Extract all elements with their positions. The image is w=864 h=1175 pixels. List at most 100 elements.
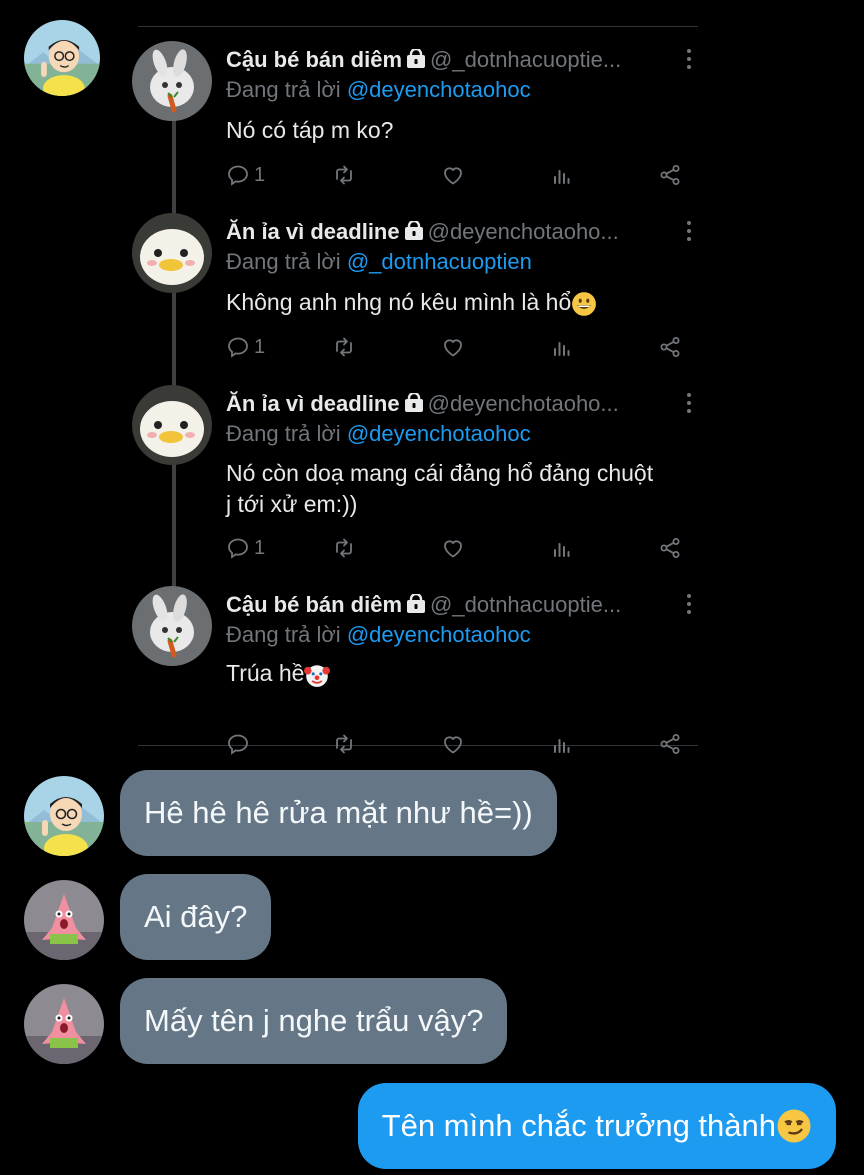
replying-to: Đang trả lời @deyenchotaohoc [226, 421, 531, 446]
patrick-avatar-image [24, 984, 104, 1064]
reply-button[interactable] [226, 729, 254, 759]
reply-button[interactable]: 1 [226, 332, 265, 362]
lock-icon [406, 49, 426, 69]
like-button[interactable] [441, 160, 465, 190]
tweet-actions [226, 729, 686, 759]
author-name[interactable]: Ăn ỉa vì deadline [226, 391, 400, 416]
author-handle: @deyenchotaoho... [427, 219, 619, 244]
nobita-avatar-image [24, 776, 104, 856]
share-icon [658, 732, 682, 756]
tweet[interactable]: Ăn ỉa vì deadline @deyenchotaoho... Đang … [138, 371, 698, 571]
retweet-icon [332, 163, 356, 187]
patrick-avatar[interactable] [24, 880, 104, 960]
like-button[interactable] [441, 332, 465, 362]
views-icon [550, 163, 574, 187]
tweet[interactable]: Cậu bé bán diêm @_dotnhacuoptie... Đang t… [138, 572, 698, 744]
retweet-button[interactable] [332, 332, 356, 362]
share-button[interactable] [658, 332, 682, 362]
reply-count: 1 [254, 536, 266, 559]
share-icon [658, 536, 682, 560]
patrick-avatar-image [24, 880, 104, 960]
retweet-icon [332, 732, 356, 756]
retweet-button[interactable] [332, 729, 356, 759]
views-icon [550, 732, 574, 756]
rabbit-avatar[interactable] [132, 41, 212, 121]
reply-button[interactable]: 1 [226, 160, 265, 190]
like-button[interactable] [441, 533, 465, 563]
more-options-icon[interactable] [686, 594, 692, 616]
tweet-header: Ăn ỉa vì deadline @deyenchotaoho... [226, 219, 666, 245]
nobita-avatar-image [24, 20, 100, 96]
nobita-avatar[interactable] [24, 20, 100, 96]
views-button[interactable] [550, 332, 574, 362]
lock-icon [404, 393, 424, 413]
share-button[interactable] [658, 533, 682, 563]
rabbit-avatar[interactable] [132, 586, 212, 666]
tweet-text: Nó có táp m ko? [226, 117, 394, 143]
nobita-avatar[interactable] [24, 776, 104, 856]
tweet-text: Không anh nhg nó kêu mình là hổ [226, 287, 696, 318]
more-options-icon[interactable] [686, 393, 692, 415]
heart-icon [441, 335, 465, 359]
tweet-thread-card[interactable]: Cậu bé bán diêm @_dotnhacuoptie... Đang t… [138, 26, 698, 746]
reply-icon [226, 732, 250, 756]
replying-to: Đang trả lời @deyenchotaohoc [226, 622, 531, 647]
retweet-button[interactable] [332, 160, 356, 190]
patrick-avatar[interactable] [24, 984, 104, 1064]
message-text: Hê hê hê rửa mặt như hề=)) [144, 795, 533, 830]
tweet-actions: 1 [226, 160, 686, 190]
reply-icon [226, 163, 250, 187]
tweet-header: Cậu bé bán diêm @_dotnhacuoptie... [226, 47, 666, 73]
heart-icon [441, 163, 465, 187]
views-button[interactable] [550, 533, 574, 563]
replying-to: Đang trả lời @deyenchotaohoc [226, 77, 531, 102]
message-bubble[interactable]: Mấy tên j nghe trẩu vậy? [120, 978, 508, 1064]
mention-link[interactable]: @deyenchotaohoc [347, 421, 531, 446]
reply-button[interactable]: 1 [226, 533, 265, 563]
lock-icon [406, 594, 426, 614]
reply-icon [226, 335, 250, 359]
author-handle: @_dotnhacuoptie... [430, 592, 622, 617]
lock-icon [404, 221, 424, 241]
reply-count: 1 [254, 335, 266, 358]
retweet-icon [332, 335, 356, 359]
retweet-button[interactable] [332, 533, 356, 563]
views-button[interactable] [550, 729, 574, 759]
share-icon [658, 335, 682, 359]
mention-link[interactable]: @deyenchotaohoc [347, 622, 531, 647]
views-icon [550, 335, 574, 359]
more-options-icon[interactable] [686, 49, 692, 71]
share-button[interactable] [658, 729, 682, 759]
clown-face-emoji [304, 662, 330, 688]
tweet-text: Trúa hề [226, 658, 696, 689]
tweet-text-line: Nó còn doạ mang cái đảng hổ đảng chuột [226, 460, 654, 486]
message-bubble[interactable]: Hê hê hê rửa mặt như hề=)) [120, 770, 557, 856]
tweet-actions: 1 [226, 533, 686, 563]
reply-icon [226, 536, 250, 560]
sent-message-bubble[interactable]: Tên mình chắc trưởng thành [357, 1083, 836, 1169]
tweet-header: Ăn ỉa vì deadline @deyenchotaoho... [226, 391, 666, 417]
share-button[interactable] [658, 160, 682, 190]
mention-link[interactable]: @deyenchotaohoc [347, 77, 531, 102]
author-name[interactable]: Ăn ỉa vì deadline [226, 219, 400, 244]
duck-avatar[interactable] [132, 213, 212, 293]
smirking-face-emoji [776, 1108, 812, 1144]
grinning-face-emoji [571, 291, 597, 317]
tweet-actions: 1 [226, 332, 686, 362]
mention-link[interactable]: @_dotnhacuoptien [347, 249, 532, 274]
duck-avatar[interactable] [132, 385, 212, 465]
author-handle: @_dotnhacuoptie... [430, 47, 622, 72]
more-options-icon[interactable] [686, 221, 692, 243]
message-text: Tên mình chắc trưởng thành [381, 1108, 776, 1143]
heart-icon [441, 732, 465, 756]
tweet[interactable]: Ăn ỉa vì deadline @deyenchotaoho... Đang … [138, 199, 698, 371]
author-name[interactable]: Cậu bé bán diêm [226, 592, 402, 617]
views-button[interactable] [550, 160, 574, 190]
author-name[interactable]: Cậu bé bán diêm [226, 47, 402, 72]
message-text: Mấy tên j nghe trẩu vậy? [144, 1003, 484, 1038]
message-bubble[interactable]: Ai đây? [120, 874, 272, 960]
tweet-text: Nó còn doạ mang cái đảng hổ đảng chuột j… [226, 458, 696, 520]
tweet[interactable]: Cậu bé bán diêm @_dotnhacuoptie... Đang t… [138, 27, 698, 199]
like-button[interactable] [441, 729, 465, 759]
author-handle: @deyenchotaoho... [427, 391, 619, 416]
